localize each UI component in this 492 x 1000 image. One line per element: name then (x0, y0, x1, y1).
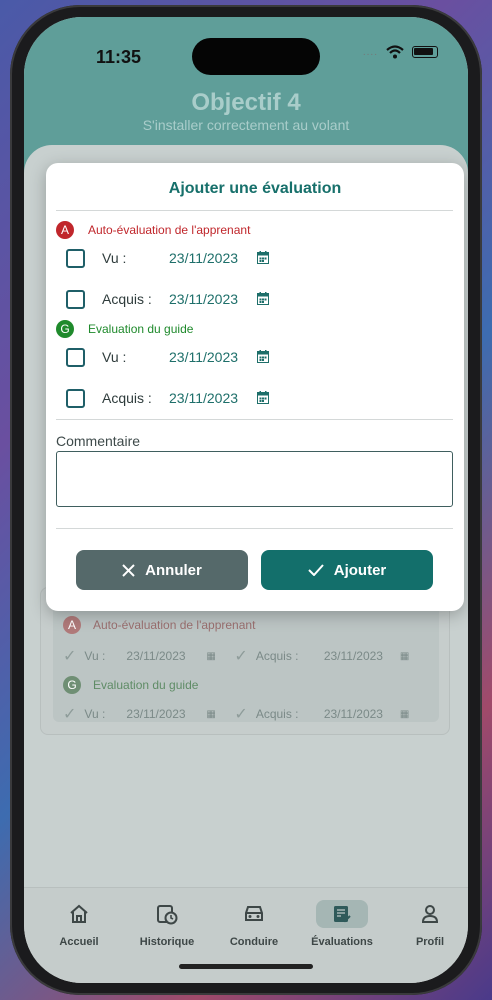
learner-section-header: A Auto-évaluation de l'apprenant (56, 221, 250, 239)
tab-label: Évaluations (311, 936, 373, 948)
page-title: Objectif 4 (191, 89, 301, 116)
bg-guide-label: Evaluation du guide (93, 678, 199, 692)
tab-label: Historique (139, 936, 195, 948)
calendar-icon: ▦ (206, 650, 216, 662)
learner-acquis-date[interactable]: 23/11/2023 (169, 291, 238, 307)
learner-vu-label: Vu : (102, 250, 127, 266)
cancel-label: Annuler (145, 561, 202, 579)
bg-guide-row: ✓ Vu : 23/11/2023 ▦ ✓ Acquis : 23/11/202… (63, 704, 409, 724)
learner-acquis-label: Acquis : (102, 291, 152, 307)
guide-acquis-label: Acquis : (102, 390, 152, 406)
bg-guide-acquis: Acquis : (255, 707, 299, 721)
calendar-icon[interactable] (257, 292, 269, 305)
check-icon: ✓ (234, 648, 248, 665)
car-icon (245, 906, 263, 921)
tab-evaluations[interactable]: Évaluations (299, 900, 385, 948)
comment-label: Commentaire (56, 433, 141, 449)
home-icon (70, 904, 88, 923)
bg-learner-label: Auto-évaluation de l'apprenant (93, 618, 256, 632)
guide-vu-date[interactable]: 23/11/2023 (169, 349, 238, 365)
close-icon (122, 563, 135, 577)
divider (56, 210, 453, 211)
learner-acquis-row (66, 288, 85, 310)
guide-section-header: G Evaluation du guide (56, 320, 193, 338)
cancel-button[interactable]: Annuler (76, 550, 248, 590)
check-icon: ✓ (63, 648, 77, 665)
bg-guide-badge: G (63, 676, 81, 694)
calendar-icon: ▦ (206, 708, 216, 720)
guide-vu-row (66, 346, 85, 368)
tab-accueil[interactable]: Accueil (36, 900, 122, 948)
add-evaluation-dialog: Ajouter une évaluation A Auto-évaluation… (46, 163, 464, 611)
learner-vu-date[interactable]: 23/11/2023 (169, 250, 238, 266)
check-icon: ✓ (234, 706, 248, 723)
home-indicator (179, 964, 313, 969)
bg-learner-badge: A (63, 616, 81, 634)
add-button[interactable]: Ajouter (261, 550, 433, 590)
bg-guide-vu-date: 23/11/2023 (126, 707, 186, 721)
calendar-icon: ▦ (399, 650, 410, 662)
tab-label: Accueil (59, 936, 99, 948)
calendar-icon[interactable] (257, 350, 269, 363)
status-time: 11:35 (96, 47, 142, 67)
page-subtitle: S'installer correctement au volant (142, 117, 350, 133)
divider (56, 419, 453, 420)
bg-learner-acquis: Acquis : (255, 649, 299, 663)
phone-frame: 11:35 .... Objectif 4 S'installer correc… (10, 5, 482, 995)
calendar-icon[interactable] (257, 391, 269, 404)
tab-label: Profil (415, 936, 445, 948)
learner-vu-row (66, 247, 85, 269)
evaluations-icon (334, 906, 351, 923)
screen: 11:35 .... Objectif 4 S'installer correc… (24, 17, 468, 983)
bg-learner-row: ✓ Vu : 23/11/2023 ▦ ✓ Acquis : 23/11/202… (63, 646, 409, 666)
bg-learner-vu: Vu : (84, 649, 106, 663)
guide-acquis-row (66, 387, 85, 409)
guide-acquis-date[interactable]: 23/11/2023 (169, 390, 238, 406)
guide-acquis-checkbox[interactable] (66, 388, 85, 408)
signal-dots: .... (362, 46, 378, 58)
learner-vu-checkbox[interactable] (66, 248, 85, 268)
guide-badge: G (56, 320, 74, 338)
tab-historique[interactable]: Historique (124, 900, 210, 948)
bg-learner-header: A Auto-évaluation de l'apprenant (63, 616, 255, 634)
learner-acquis-checkbox[interactable] (66, 289, 85, 309)
guide-section-label: Evaluation du guide (88, 322, 194, 336)
dialog-title: Ajouter une évaluation (168, 180, 342, 197)
background-evaluation-inner: A Auto-évaluation de l'apprenant ✓ Vu : … (53, 604, 439, 724)
check-icon: ✓ (63, 706, 77, 723)
history-icon (157, 905, 178, 925)
battery-icon (412, 46, 438, 58)
tab-conduire[interactable]: Conduire (211, 900, 297, 948)
bg-guide-acquis-date: 23/11/2023 (323, 707, 383, 721)
add-label: Ajouter (333, 561, 387, 579)
calendar-icon[interactable] (257, 251, 269, 264)
bg-guide-vu: Vu : (84, 707, 106, 721)
calendar-icon: ▦ (399, 708, 410, 720)
bg-learner-acquis-date: 23/11/2023 (323, 649, 383, 663)
bg-guide-header: G Evaluation du guide (63, 676, 198, 694)
learner-badge: A (56, 221, 74, 239)
guide-vu-label: Vu : (102, 349, 127, 365)
tab-profil[interactable]: Profil (387, 900, 468, 948)
check-icon (308, 564, 324, 576)
profile-icon (421, 905, 439, 923)
comment-textarea[interactable] (56, 451, 453, 507)
bg-learner-vu-date: 23/11/2023 (126, 649, 186, 663)
tab-label: Conduire (229, 936, 279, 948)
dynamic-island (192, 38, 320, 75)
status-icons: .... (363, 45, 438, 59)
guide-vu-checkbox[interactable] (66, 347, 85, 367)
learner-section-label: Auto-évaluation de l'apprenant (88, 223, 251, 237)
divider (56, 528, 453, 529)
wifi-icon (386, 45, 404, 59)
